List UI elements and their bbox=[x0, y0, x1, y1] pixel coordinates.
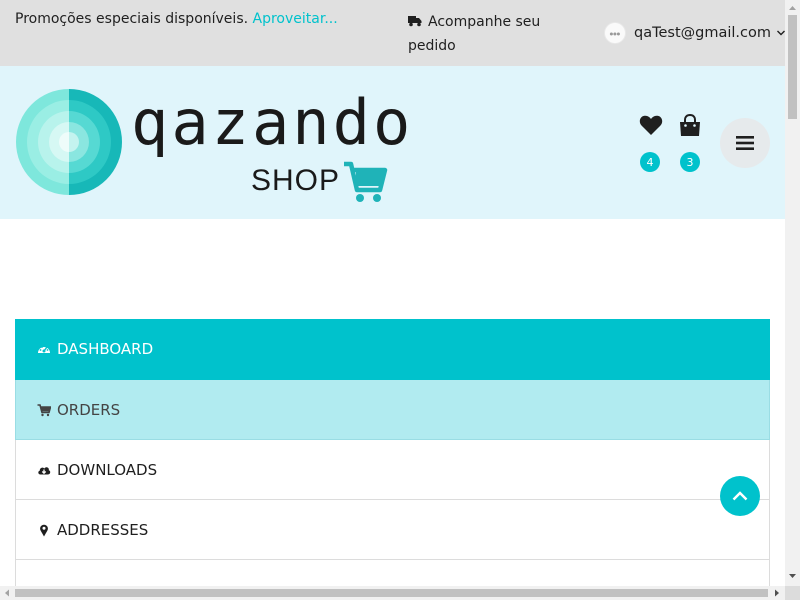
page: Promoções especiais disponíveis. Aprovei… bbox=[0, 0, 785, 586]
nav-item-next[interactable] bbox=[15, 560, 770, 586]
promo-text: Promoções especiais disponíveis. bbox=[15, 11, 249, 27]
menu-button[interactable] bbox=[720, 118, 770, 168]
avatar: ●●● bbox=[604, 22, 626, 44]
nav-item-dashboard[interactable]: DASHBOARD bbox=[15, 319, 770, 380]
vertical-scrollbar-thumb[interactable] bbox=[788, 15, 797, 119]
nav-item-label: ADDRESSES bbox=[57, 520, 149, 539]
wishlist-count-badge: 4 bbox=[640, 152, 660, 172]
account-menu[interactable]: ●●● qaTest@gmail.com bbox=[604, 22, 785, 44]
promo-link[interactable]: Aproveitar... bbox=[253, 11, 338, 27]
logo-circle-icon bbox=[16, 89, 122, 195]
scroll-up-arrow-icon[interactable] bbox=[785, 2, 800, 14]
hamburger-menu-icon bbox=[736, 136, 754, 150]
nav-item-orders[interactable]: ORDERS bbox=[15, 380, 770, 440]
promo-banner: Promoções especiais disponíveis. Aprovei… bbox=[15, 11, 338, 27]
logo-brand-text: qazando bbox=[131, 86, 414, 159]
truck-icon bbox=[408, 16, 422, 27]
nav-item-downloads[interactable]: DOWNLOADS bbox=[15, 440, 770, 500]
chevron-up-icon bbox=[732, 491, 748, 501]
scroll-right-arrow-icon[interactable] bbox=[771, 586, 783, 600]
nav-item-label: DASHBOARD bbox=[57, 340, 154, 358]
cart-icon bbox=[37, 403, 51, 416]
heart-icon bbox=[639, 115, 663, 135]
cart-button[interactable]: 3 bbox=[679, 113, 703, 174]
dashboard-icon bbox=[38, 346, 50, 353]
vertical-scrollbar[interactable] bbox=[785, 0, 800, 586]
scrollbar-corner bbox=[785, 586, 800, 600]
horizontal-scrollbar-thumb[interactable] bbox=[15, 589, 768, 597]
site-logo[interactable]: qazando SHOP bbox=[15, 86, 410, 208]
map-marker-icon bbox=[40, 524, 48, 536]
horizontal-scrollbar[interactable] bbox=[0, 586, 785, 600]
scroll-down-arrow-icon[interactable] bbox=[785, 570, 800, 582]
cloud-download-icon bbox=[38, 466, 51, 474]
account-nav: DASHBOARD ORDERS DOWNLOADS ADDRESSES bbox=[15, 319, 770, 586]
nav-item-label: DOWNLOADS bbox=[57, 460, 158, 479]
shopping-bag-icon bbox=[680, 113, 700, 136]
nav-item-label: ORDERS bbox=[57, 400, 121, 419]
chevron-down-icon bbox=[777, 30, 785, 36]
logo-shop-text: SHOP bbox=[251, 164, 341, 197]
cart-count-badge: 3 bbox=[680, 152, 700, 172]
shopping-cart-logo-icon bbox=[344, 161, 388, 202]
track-order-label: Acompanhe seu pedido bbox=[408, 14, 541, 54]
track-order-link[interactable]: Acompanhe seu pedido bbox=[408, 10, 568, 58]
wishlist-button[interactable]: 4 bbox=[639, 114, 663, 174]
account-email: qaTest@gmail.com bbox=[634, 25, 771, 41]
nav-item-addresses[interactable]: ADDRESSES bbox=[15, 500, 770, 560]
top-bar: Promoções especiais disponíveis. Aprovei… bbox=[0, 0, 785, 66]
scroll-left-arrow-icon[interactable] bbox=[1, 586, 13, 600]
back-to-top-button[interactable] bbox=[720, 476, 760, 516]
